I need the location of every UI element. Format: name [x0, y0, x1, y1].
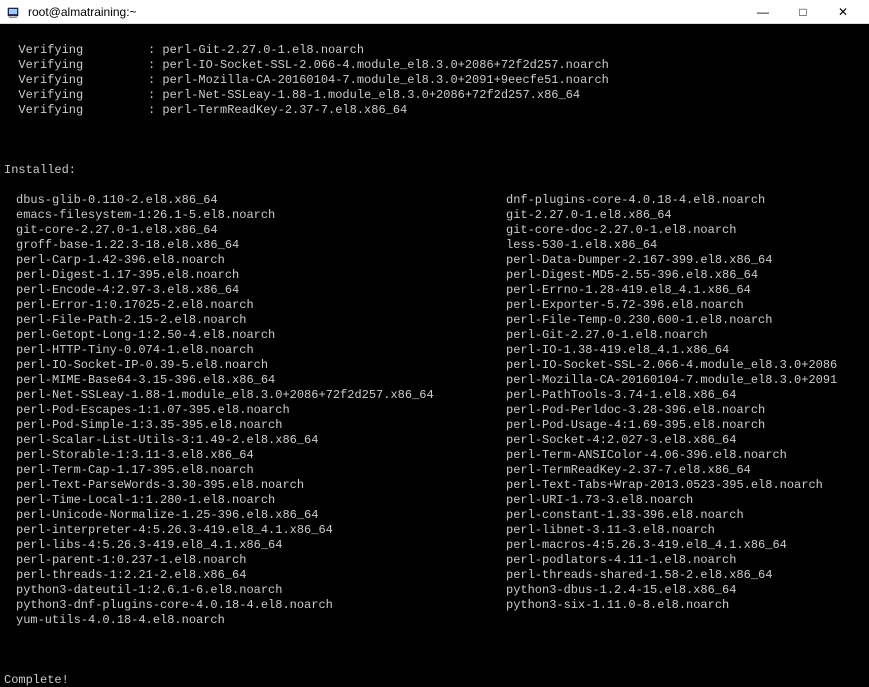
verify-row: Verifying: perl-TermReadKey-2.37-7.el8.x…: [4, 103, 865, 118]
package-item: perl-HTTP-Tiny-0.074-1.el8.noarch: [4, 343, 494, 358]
verify-value: : perl-Git-2.27.0-1.el8.noarch: [148, 43, 364, 58]
package-item: perl-MIME-Base64-3.15-396.el8.x86_64: [4, 373, 494, 388]
package-item: perl-Time-Local-1:1.280-1.el8.noarch: [4, 493, 494, 508]
package-item: perl-Getopt-Long-1:2.50-4.el8.noarch: [4, 328, 494, 343]
putty-icon: [6, 4, 22, 20]
verify-row: Verifying: perl-IO-Socket-SSL-2.066-4.mo…: [4, 58, 865, 73]
package-item: python3-dateutil-1:2.6.1-6.el8.noarch: [4, 583, 494, 598]
package-item: perl-Encode-4:2.97-3.el8.x86_64: [4, 283, 494, 298]
verify-value: : perl-IO-Socket-SSL-2.066-4.module_el8.…: [148, 58, 609, 73]
package-item: perl-Socket-4:2.027-3.el8.x86_64: [494, 433, 837, 448]
window-controls: — □ ✕: [743, 0, 863, 24]
verify-label: Verifying: [4, 43, 148, 58]
package-item: perl-Scalar-List-Utils-3:1.49-2.el8.x86_…: [4, 433, 494, 448]
window-title: root@almatraining:~: [28, 5, 743, 19]
package-item: groff-base-1.22.3-18.el8.x86_64: [4, 238, 494, 253]
package-item: perl-Data-Dumper-2.167-399.el8.x86_64: [494, 253, 837, 268]
package-item: perl-libnet-3.11-3.el8.noarch: [494, 523, 837, 538]
package-item: perl-libs-4:5.26.3-419.el8_4.1.x86_64: [4, 538, 494, 553]
package-item: git-2.27.0-1.el8.x86_64: [494, 208, 837, 223]
package-item: perl-Net-SSLeay-1.88-1.module_el8.3.0+20…: [4, 388, 494, 403]
verify-section: Verifying: perl-Git-2.27.0-1.el8.noarch …: [4, 43, 865, 118]
verify-value: : perl-TermReadKey-2.37-7.el8.x86_64: [148, 103, 407, 118]
verify-label: Verifying: [4, 73, 148, 88]
package-item: perl-PathTools-3.74-1.el8.x86_64: [494, 388, 837, 403]
package-item: perl-threads-1:2.21-2.el8.x86_64: [4, 568, 494, 583]
installed-packages: dbus-glib-0.110-2.el8.x86_64emacs-filesy…: [4, 193, 865, 628]
verify-value: : perl-Mozilla-CA-20160104-7.module_el8.…: [148, 73, 609, 88]
package-item: yum-utils-4.0.18-4.el8.noarch: [4, 613, 494, 628]
package-item: perl-IO-Socket-SSL-2.066-4.module_el8.3.…: [494, 358, 837, 373]
package-item: perl-Text-Tabs+Wrap-2013.0523-395.el8.no…: [494, 478, 837, 493]
package-item: perl-interpreter-4:5.26.3-419.el8_4.1.x8…: [4, 523, 494, 538]
installed-col-left: dbus-glib-0.110-2.el8.x86_64emacs-filesy…: [4, 193, 494, 628]
minimize-button[interactable]: —: [743, 0, 783, 24]
package-item: perl-Git-2.27.0-1.el8.noarch: [494, 328, 837, 343]
package-item: perl-Mozilla-CA-20160104-7.module_el8.3.…: [494, 373, 837, 388]
verify-label: Verifying: [4, 88, 148, 103]
package-item: git-core-2.27.0-1.el8.x86_64: [4, 223, 494, 238]
verify-label: Verifying: [4, 103, 148, 118]
window-titlebar: root@almatraining:~ — □ ✕: [0, 0, 869, 24]
package-item: perl-Term-ANSIColor-4.06-396.el8.noarch: [494, 448, 837, 463]
package-item: perl-TermReadKey-2.37-7.el8.x86_64: [494, 463, 837, 478]
maximize-button[interactable]: □: [783, 0, 823, 24]
package-item: perl-Digest-MD5-2.55-396.el8.x86_64: [494, 268, 837, 283]
package-item: perl-Pod-Perldoc-3.28-396.el8.noarch: [494, 403, 837, 418]
verify-row: Verifying: perl-Mozilla-CA-20160104-7.mo…: [4, 73, 865, 88]
package-item: perl-File-Path-2.15-2.el8.noarch: [4, 313, 494, 328]
package-item: perl-macros-4:5.26.3-419.el8_4.1.x86_64: [494, 538, 837, 553]
verify-row: Verifying: perl-Git-2.27.0-1.el8.noarch: [4, 43, 865, 58]
complete-line: Complete!: [4, 673, 865, 687]
blank-line: [4, 643, 865, 658]
terminal-output[interactable]: Verifying: perl-Git-2.27.0-1.el8.noarch …: [0, 24, 869, 687]
package-item: perl-URI-1.73-3.el8.noarch: [494, 493, 837, 508]
package-item: perl-podlators-4.11-1.el8.noarch: [494, 553, 837, 568]
package-item: perl-Pod-Escapes-1:1.07-395.el8.noarch: [4, 403, 494, 418]
installed-col-right: dnf-plugins-core-4.0.18-4.el8.noarchgit-…: [494, 193, 837, 628]
package-item: dbus-glib-0.110-2.el8.x86_64: [4, 193, 494, 208]
package-item: perl-Text-ParseWords-3.30-395.el8.noarch: [4, 478, 494, 493]
package-item: python3-dnf-plugins-core-4.0.18-4.el8.no…: [4, 598, 494, 613]
verify-row: Verifying: perl-Net-SSLeay-1.88-1.module…: [4, 88, 865, 103]
package-item: perl-Exporter-5.72-396.el8.noarch: [494, 298, 837, 313]
package-item: perl-Errno-1.28-419.el8_4.1.x86_64: [494, 283, 837, 298]
package-item: perl-IO-1.38-419.el8_4.1.x86_64: [494, 343, 837, 358]
package-item: perl-Digest-1.17-395.el8.noarch: [4, 268, 494, 283]
package-item: dnf-plugins-core-4.0.18-4.el8.noarch: [494, 193, 837, 208]
package-item: perl-Term-Cap-1.17-395.el8.noarch: [4, 463, 494, 478]
package-item: python3-six-1.11.0-8.el8.noarch: [494, 598, 837, 613]
package-item: perl-IO-Socket-IP-0.39-5.el8.noarch: [4, 358, 494, 373]
package-item: perl-Carp-1.42-396.el8.noarch: [4, 253, 494, 268]
close-button[interactable]: ✕: [823, 0, 863, 24]
package-item: emacs-filesystem-1:26.1-5.el8.noarch: [4, 208, 494, 223]
package-item: perl-Pod-Usage-4:1.69-395.el8.noarch: [494, 418, 837, 433]
package-item: python3-dbus-1.2.4-15.el8.x86_64: [494, 583, 837, 598]
blank-line: [4, 133, 865, 148]
package-item: git-core-doc-2.27.0-1.el8.noarch: [494, 223, 837, 238]
verify-label: Verifying: [4, 58, 148, 73]
package-item: perl-File-Temp-0.230.600-1.el8.noarch: [494, 313, 837, 328]
verify-value: : perl-Net-SSLeay-1.88-1.module_el8.3.0+…: [148, 88, 580, 103]
package-item: perl-parent-1:0.237-1.el8.noarch: [4, 553, 494, 568]
package-item: perl-Storable-1:3.11-3.el8.x86_64: [4, 448, 494, 463]
package-item: less-530-1.el8.x86_64: [494, 238, 837, 253]
package-item: perl-Error-1:0.17025-2.el8.noarch: [4, 298, 494, 313]
package-item: perl-Pod-Simple-1:3.35-395.el8.noarch: [4, 418, 494, 433]
package-item: perl-Unicode-Normalize-1.25-396.el8.x86_…: [4, 508, 494, 523]
installed-header: Installed:: [4, 163, 865, 178]
package-item: perl-threads-shared-1.58-2.el8.x86_64: [494, 568, 837, 583]
package-item: perl-constant-1.33-396.el8.noarch: [494, 508, 837, 523]
